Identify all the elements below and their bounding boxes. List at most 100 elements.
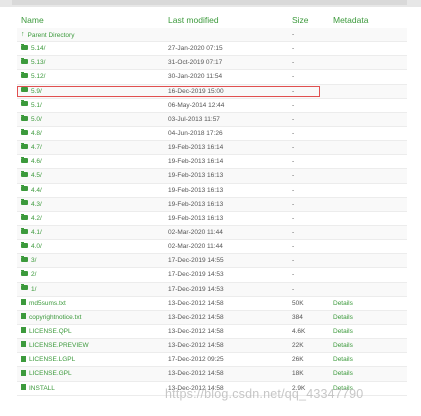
file-icon — [21, 341, 26, 348]
folder-icon — [21, 199, 28, 206]
details-link[interactable]: Details — [333, 353, 353, 367]
folder-icon — [21, 114, 28, 121]
entry-modified: 27-Jan-2020 07:15 — [168, 45, 223, 53]
details-link[interactable]: Details — [333, 339, 353, 353]
entry-link[interactable]: copyrightnotice.txt — [21, 311, 81, 325]
entry-link[interactable]: 5.1/ — [21, 99, 42, 113]
table-row: LICENSE.GPL 13-Dec-2012 14:58 18K Details — [17, 367, 407, 382]
entry-modified: 19-Feb-2013 16:14 — [168, 144, 224, 152]
entry-link[interactable]: LICENSE.PREVIEW — [21, 339, 89, 353]
column-size-header[interactable]: Size — [292, 15, 309, 25]
entry-size: - — [292, 243, 295, 251]
table-row: 3/17-Dec-2019 14:55 - — [17, 254, 407, 269]
details-link[interactable]: Details — [333, 367, 353, 381]
entry-link[interactable]: 4.4/ — [21, 184, 42, 198]
entry-name: 5.14/ — [31, 45, 46, 53]
entry-modified: 19-Feb-2013 16:13 — [168, 214, 224, 222]
entry-size: - — [292, 73, 295, 81]
entry-link[interactable]: 2/ — [21, 268, 36, 282]
entry-name: INSTALL — [29, 384, 55, 392]
entry-size: - — [292, 200, 295, 208]
entry-name: 5.1/ — [31, 101, 42, 109]
entry-size: 50K — [292, 299, 304, 307]
entry-link[interactable]: 4.5/ — [21, 169, 42, 183]
entry-size: - — [292, 45, 295, 53]
entry-link[interactable]: ↑ Parent Directory — [21, 28, 74, 43]
folder-icon — [21, 241, 28, 248]
entry-link[interactable]: 5.13/ — [21, 56, 45, 70]
browser-top-bar — [0, 0, 421, 7]
entry-link[interactable]: LICENSE.QPL — [21, 325, 72, 339]
entry-name: 5.9/ — [31, 87, 42, 95]
entry-name: 5.13/ — [31, 59, 46, 67]
entry-size: - — [292, 228, 295, 236]
entry-link[interactable]: 4.8/ — [21, 127, 42, 141]
folder-icon — [21, 142, 28, 149]
entry-modified: 16-Dec-2019 15:00 — [168, 87, 224, 95]
entry-name: 1/ — [31, 285, 37, 293]
entry-size: - — [292, 31, 295, 38]
watermark: https://blog.csdn.net/qq_43347790 — [165, 387, 364, 401]
entry-name: LICENSE.GPL — [29, 370, 72, 378]
column-name-header[interactable]: Name — [21, 15, 44, 25]
entry-link[interactable]: 3/ — [21, 254, 36, 268]
table-row: copyrightnotice.txt 13-Dec-2012 14:58 384 D… — [17, 310, 407, 325]
entry-name: 4.4/ — [31, 186, 42, 194]
entry-link[interactable]: 4.3/ — [21, 198, 42, 212]
entry-modified: 04-Jun-2018 17:26 — [168, 129, 223, 137]
entry-link[interactable]: 5.14/ — [21, 42, 45, 56]
entry-modified: 13-Dec-2012 14:58 — [168, 327, 224, 335]
entry-link[interactable]: 4.2/ — [21, 212, 42, 226]
file-icon — [21, 313, 26, 320]
table-row: 4.0/02-Mar-2020 11:44 - — [17, 240, 407, 255]
folder-icon — [21, 270, 28, 277]
file-icon — [21, 383, 26, 390]
entry-link[interactable]: 4.0/ — [21, 240, 42, 254]
entry-size: - — [292, 129, 295, 137]
entry-name: 4.7/ — [31, 144, 42, 152]
table-row: 4.1/02-Mar-2020 11:44 - — [17, 225, 407, 241]
column-metadata-header[interactable]: Metadata — [333, 15, 368, 25]
entry-link[interactable]: 4.6/ — [21, 155, 42, 169]
entry-link[interactable]: 4.1/ — [21, 226, 42, 240]
entry-modified: 03-Jul-2013 11:57 — [168, 115, 220, 123]
entry-link[interactable]: LICENSE.LGPL — [21, 353, 75, 367]
table-row: LICENSE.PREVIEW 13-Dec-2012 14:58 22K Detai… — [17, 339, 407, 354]
entry-name: 4.3/ — [31, 200, 42, 208]
entry-link[interactable]: LICENSE.GPL — [21, 367, 72, 381]
table-row: 4.6/19-Feb-2013 16:14 - — [17, 155, 407, 170]
entry-link[interactable]: 4.7/ — [21, 141, 42, 155]
entry-modified: 02-Mar-2020 11:44 — [168, 243, 223, 251]
up-arrow-icon: ↑ — [21, 31, 25, 38]
entry-modified: 19-Feb-2013 16:13 — [168, 172, 224, 180]
listing-header: Name Last modified Size Metadata — [17, 13, 407, 28]
entry-link[interactable]: 5.9/ — [21, 85, 42, 99]
details-link[interactable]: Details — [333, 325, 353, 339]
details-link[interactable]: Details — [333, 297, 353, 311]
entry-size: - — [292, 144, 295, 152]
table-row: 4.2/19-Feb-2013 16:13 - — [17, 212, 407, 226]
entry-name: 4.2/ — [31, 214, 42, 222]
table-row: 4.5/19-Feb-2013 16:13 - — [17, 169, 407, 184]
entry-name: md5sums.txt — [29, 299, 66, 307]
entry-link[interactable]: INSTALL — [21, 382, 55, 396]
entry-name: LICENSE.PREVIEW — [29, 342, 89, 350]
entry-link[interactable]: 5.12/ — [21, 70, 45, 84]
entry-name: 5.12/ — [31, 73, 46, 81]
entry-link[interactable]: 5.0/ — [21, 113, 42, 127]
entry-modified: 02-Mar-2020 11:44 — [168, 228, 223, 236]
entry-name: 3/ — [31, 257, 37, 265]
entry-size: 4.6K — [292, 327, 306, 335]
entry-link[interactable]: md5sums.txt — [21, 297, 66, 311]
table-row: 5.0/03-Jul-2013 11:57 - — [17, 112, 407, 127]
details-link[interactable]: Details — [333, 311, 353, 325]
table-row: ↑ Parent Directory - — [17, 28, 407, 43]
folder-icon — [21, 86, 28, 93]
column-modified-header[interactable]: Last modified — [168, 15, 219, 25]
entry-name: copyrightnotice.txt — [29, 313, 82, 321]
folder-icon — [21, 284, 28, 291]
entry-modified: 17-Dec-2019 14:53 — [168, 271, 224, 279]
entry-name: 4.8/ — [31, 129, 42, 137]
entry-link[interactable]: 1/ — [21, 283, 36, 297]
entry-size: - — [292, 115, 295, 123]
